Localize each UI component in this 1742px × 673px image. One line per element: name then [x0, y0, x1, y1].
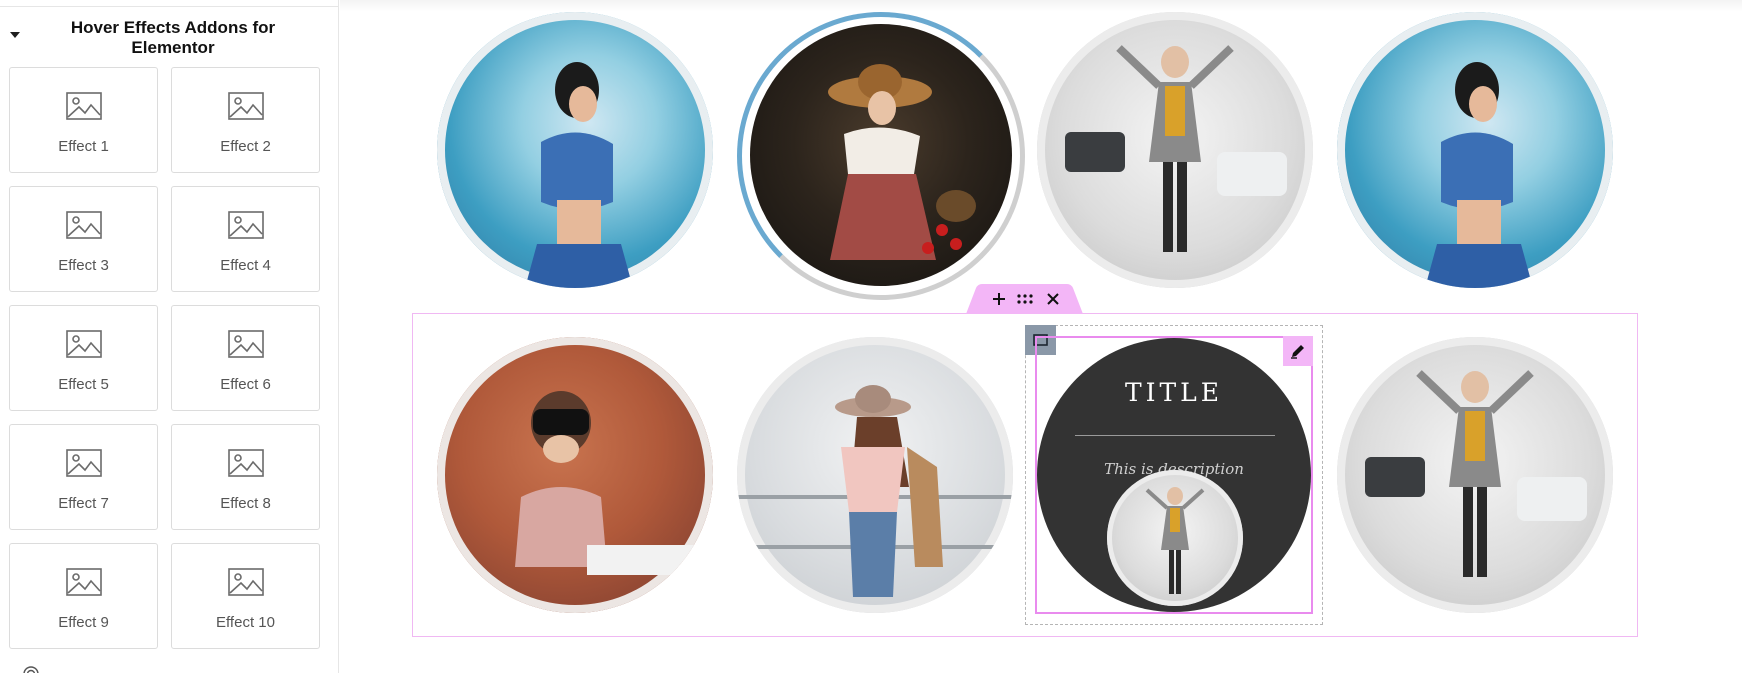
widget-effect-10[interactable]: Effect 10: [171, 543, 320, 649]
woman-vr-headset-photo[interactable]: [437, 337, 713, 613]
image-icon: [228, 568, 264, 596]
category-header[interactable]: Hover Effects Addons for Elementor: [0, 16, 338, 60]
plus-icon[interactable]: [991, 291, 1007, 307]
widget-effect-8[interactable]: Effect 8: [171, 424, 320, 530]
beach-woman-photo[interactable]: [1337, 12, 1613, 288]
widget-label: Effect 1: [58, 138, 109, 155]
widget-effect-1[interactable]: Effect 1: [9, 67, 158, 173]
category-title: Hover Effects Addons for Elementor: [70, 18, 276, 57]
widget-label: Effect 6: [220, 376, 271, 393]
panel-divider: [0, 6, 338, 7]
widget-effect-5[interactable]: Effect 5: [9, 305, 158, 411]
pencil-icon[interactable]: [1283, 336, 1313, 366]
canvas-top-shadow: [340, 0, 1742, 12]
widget-label: Effect 4: [220, 257, 271, 274]
widget-effect-9[interactable]: Effect 9: [9, 543, 158, 649]
widget-label: Effect 9: [58, 614, 109, 631]
woman-in-snow-photo[interactable]: [1337, 337, 1613, 613]
widget-label: Effect 7: [58, 495, 109, 512]
widget-effect-7[interactable]: Effect 7: [9, 424, 158, 530]
selected-widget-outline: [1035, 336, 1313, 614]
caret-down-icon[interactable]: [10, 32, 20, 38]
beach-woman-photo[interactable]: [437, 12, 713, 288]
widget-label: Effect 8: [220, 495, 271, 512]
image-icon: [228, 211, 264, 239]
image-icon: [228, 330, 264, 358]
woman-in-snow-photo[interactable]: [1037, 12, 1313, 288]
widget-effect-2[interactable]: Effect 2: [171, 67, 320, 173]
woman-figure: [515, 391, 707, 575]
widget-effect-6[interactable]: Effect 6: [171, 305, 320, 411]
woman-figure: [1065, 45, 1287, 252]
woman-figure: [525, 62, 633, 288]
woman-with-apple-photo[interactable]: [750, 24, 1012, 286]
image-icon: [66, 211, 102, 239]
widget-label: Effect 5: [58, 376, 109, 393]
image-icon: [66, 92, 102, 120]
widget-label: Effect 10: [216, 614, 275, 631]
image-icon: [228, 92, 264, 120]
widget-panel: Hover Effects Addons for Elementor Effec…: [0, 0, 339, 673]
widget-edit-button[interactable]: [1283, 336, 1313, 366]
image-icon: [228, 449, 264, 477]
image-icon: [66, 568, 102, 596]
woman-with-hat-photo[interactable]: [737, 337, 1013, 613]
widget-effect-4[interactable]: Effect 4: [171, 186, 320, 292]
image-icon: [66, 330, 102, 358]
widget-effect-3[interactable]: Effect 3: [9, 186, 158, 292]
section-toolbar: [966, 284, 1083, 314]
close-icon[interactable]: [1045, 291, 1061, 307]
widget-label: Effect 3: [58, 257, 109, 274]
woman-figure: [1365, 370, 1587, 577]
widget-grid: Effect 1 Effect 2 Effect 3 Effect 4 Effe…: [9, 67, 320, 649]
drag-handle-icon[interactable]: [1017, 291, 1033, 307]
hover-addon-logo-icon: [23, 666, 39, 673]
woman-figure: [828, 64, 976, 260]
widget-label: Effect 2: [220, 138, 271, 155]
image-icon: [66, 449, 102, 477]
woman-figure: [1425, 62, 1533, 288]
woman-figure: [737, 385, 1013, 597]
